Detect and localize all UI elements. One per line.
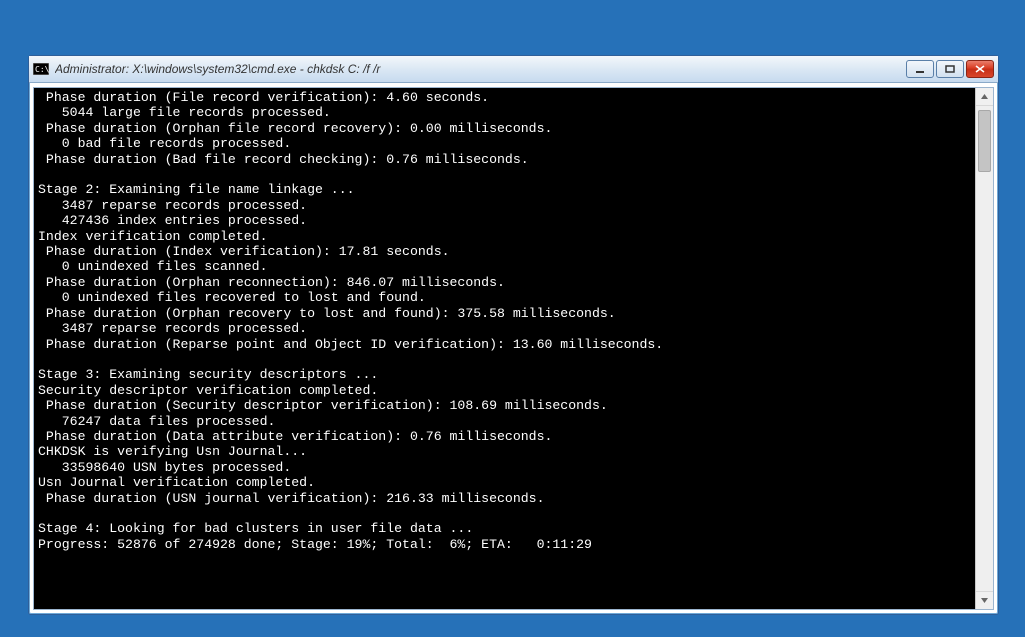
minimize-button[interactable] <box>906 60 934 78</box>
scroll-thumb[interactable] <box>978 110 991 172</box>
vertical-scrollbar[interactable] <box>975 88 993 609</box>
window-controls <box>906 60 994 78</box>
titlebar[interactable]: C:\ Administrator: X:\windows\system32\c… <box>29 56 998 83</box>
scroll-up-button[interactable] <box>976 88 993 106</box>
close-button[interactable] <box>966 60 994 78</box>
console-area: Phase duration (File record verification… <box>33 87 994 610</box>
cmd-window: C:\ Administrator: X:\windows\system32\c… <box>28 55 999 615</box>
maximize-button[interactable] <box>936 60 964 78</box>
console-output[interactable]: Phase duration (File record verification… <box>34 88 975 609</box>
window-title: Administrator: X:\windows\system32\cmd.e… <box>55 62 906 76</box>
cmd-icon: C:\ <box>33 62 49 76</box>
svg-text:C:\: C:\ <box>35 65 49 74</box>
scroll-down-button[interactable] <box>976 591 993 609</box>
scroll-track[interactable] <box>976 106 993 591</box>
